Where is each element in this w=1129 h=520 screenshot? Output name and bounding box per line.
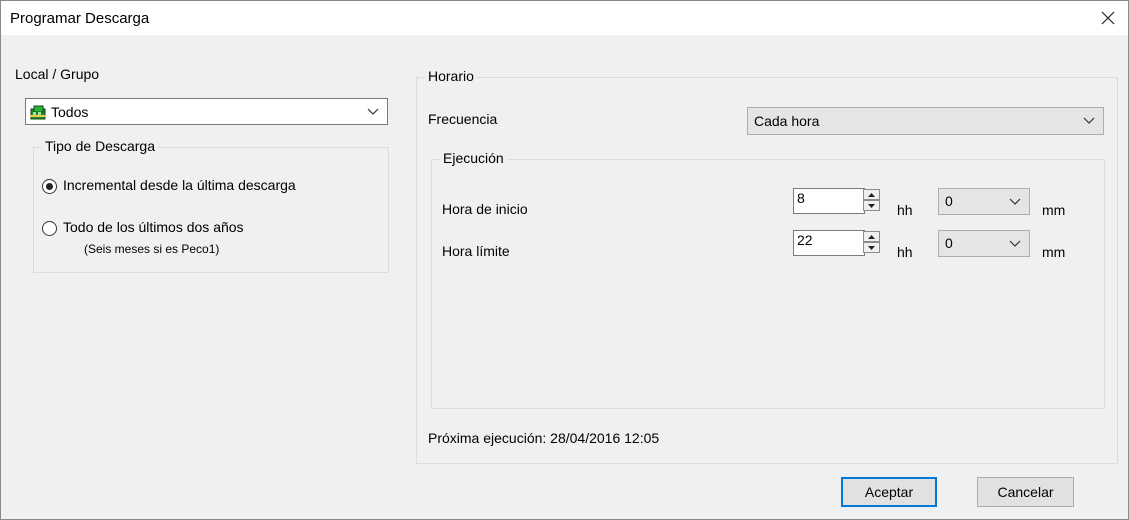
cancel-button[interactable]: Cancelar — [977, 477, 1074, 507]
download-type-legend: Tipo de Descarga — [42, 138, 158, 154]
spin-down-button[interactable] — [863, 200, 880, 211]
spin-up-button[interactable] — [863, 231, 880, 242]
start-time-label: Hora de inicio — [442, 201, 528, 217]
group-select[interactable]: Todos — [25, 98, 388, 125]
schedule-legend: Horario — [425, 68, 477, 84]
frequency-select[interactable]: Cada hora — [747, 107, 1104, 135]
frequency-label: Frecuencia — [428, 111, 498, 127]
end-hour-unit: hh — [897, 244, 913, 260]
schedule-group: Horario Frecuencia Cada hora Ejecución H… — [416, 68, 1118, 464]
end-hour-value: 22 — [797, 232, 813, 248]
radio-incremental-label[interactable]: Incremental desde la última descarga — [63, 177, 296, 193]
next-run-text: Próxima ejecución: 28/04/2016 12:05 — [428, 430, 660, 446]
radio-incremental[interactable] — [42, 179, 57, 194]
caret-down-icon — [868, 245, 875, 250]
chevron-down-icon — [1083, 117, 1095, 124]
caret-down-icon — [868, 203, 875, 208]
group-icon — [30, 105, 46, 120]
caret-up-icon — [868, 234, 875, 239]
group-select-value: Todos — [51, 104, 89, 120]
spin-up-button[interactable] — [863, 189, 880, 200]
accept-button-label: Aceptar — [864, 484, 914, 500]
radio-all-two-years-note: (Seis meses si es Peco1) — [84, 242, 220, 256]
start-minute-value: 0 — [945, 193, 953, 209]
cancel-button-label: Cancelar — [997, 484, 1054, 500]
dialog-window: Programar Descarga Local / Grupo Todos T… — [0, 0, 1129, 520]
start-hour-spinner[interactable]: 8 — [793, 188, 865, 214]
end-hour-spin-buttons[interactable] — [863, 231, 880, 253]
execution-group: Ejecución Hora de inicio 8 hh 0 mm Hora … — [431, 150, 1105, 409]
start-hour-value: 8 — [797, 190, 805, 206]
start-minute-unit: mm — [1042, 202, 1066, 218]
start-minute-select[interactable]: 0 — [938, 188, 1030, 215]
end-minute-select[interactable]: 0 — [938, 230, 1030, 257]
end-hour-spinner[interactable]: 22 — [793, 230, 865, 256]
caret-up-icon — [868, 192, 875, 197]
group-label: Local / Grupo — [15, 66, 100, 82]
spin-down-button[interactable] — [863, 242, 880, 253]
accept-button[interactable]: Aceptar — [841, 477, 937, 507]
download-type-group: Tipo de Descarga Incremental desde la úl… — [33, 138, 389, 273]
radio-all-two-years[interactable] — [42, 221, 57, 236]
end-time-label: Hora límite — [442, 243, 510, 259]
frequency-select-value: Cada hora — [754, 113, 820, 129]
start-hour-spin-buttons[interactable] — [863, 189, 880, 211]
dialog-title: Programar Descarga — [10, 10, 150, 27]
start-hour-unit: hh — [897, 202, 913, 218]
chevron-down-icon — [1009, 198, 1021, 205]
execution-legend: Ejecución — [440, 150, 507, 166]
end-minute-value: 0 — [945, 235, 953, 251]
end-minute-unit: mm — [1042, 244, 1066, 260]
title-bar: Programar Descarga — [1, 1, 1128, 35]
radio-all-two-years-label[interactable]: Todo de los últimos dos años — [63, 219, 244, 235]
close-button[interactable] — [1088, 1, 1128, 35]
close-icon — [1101, 11, 1115, 25]
chevron-down-icon — [367, 108, 379, 115]
chevron-down-icon — [1009, 240, 1021, 247]
